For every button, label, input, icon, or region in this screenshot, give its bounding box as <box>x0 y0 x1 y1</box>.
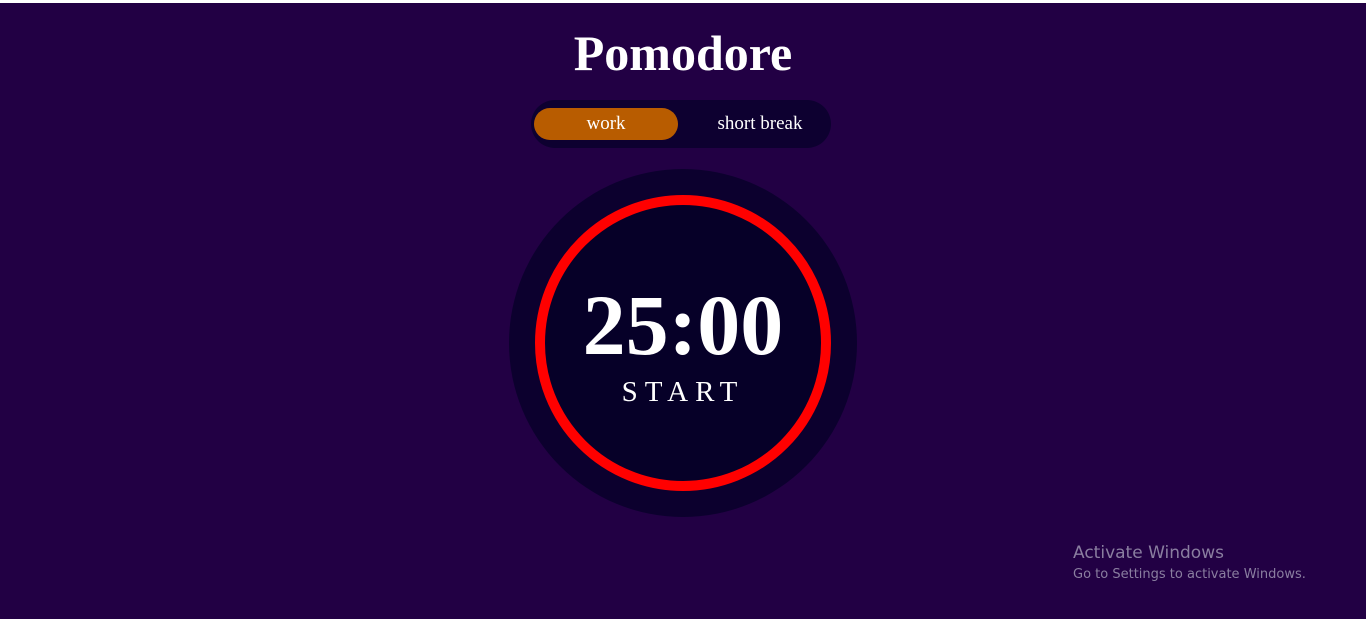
timer-panel: 25:00 START <box>509 169 857 517</box>
watermark-title: Activate Windows <box>1073 543 1224 563</box>
mode-switch: work short break <box>531 100 831 148</box>
pomodoro-app: Pomodore work short break 25:00 START Ac… <box>0 3 1366 619</box>
start-button[interactable]: START <box>509 375 857 409</box>
time-display: 25:00 <box>582 277 784 373</box>
watermark-subtitle: Go to Settings to activate Windows. <box>1073 567 1306 582</box>
work-mode-button[interactable]: work <box>534 108 678 140</box>
page-title: Pomodore <box>573 25 793 81</box>
activate-windows-watermark: Activate Windows Go to Settings to activ… <box>1073 541 1306 585</box>
short-break-mode-button[interactable]: short break <box>689 108 831 140</box>
